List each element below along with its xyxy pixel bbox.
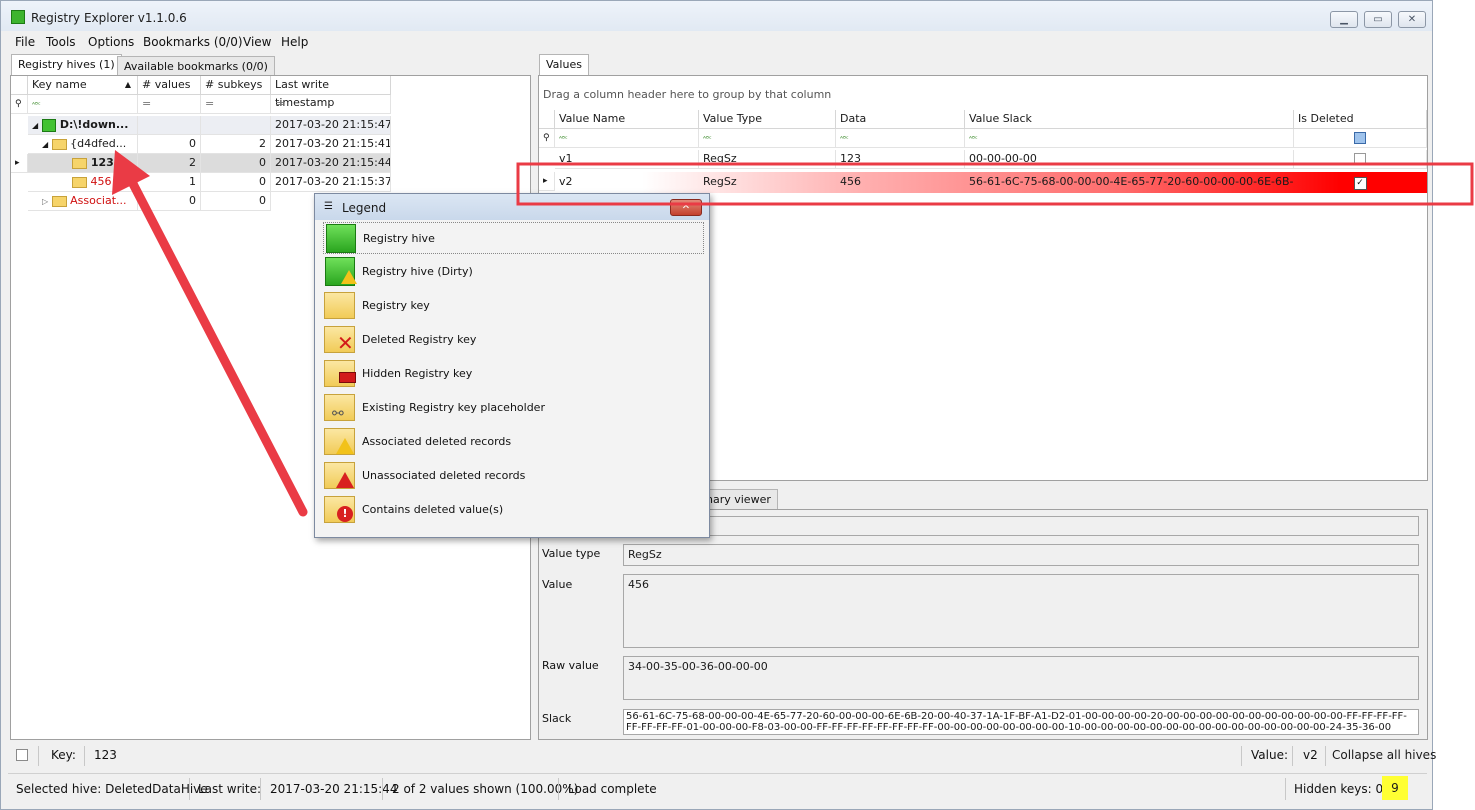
annotation-overlay xyxy=(112,150,1474,517)
annotation-arrow-shaft xyxy=(125,173,308,517)
highlight-box xyxy=(516,162,1474,206)
